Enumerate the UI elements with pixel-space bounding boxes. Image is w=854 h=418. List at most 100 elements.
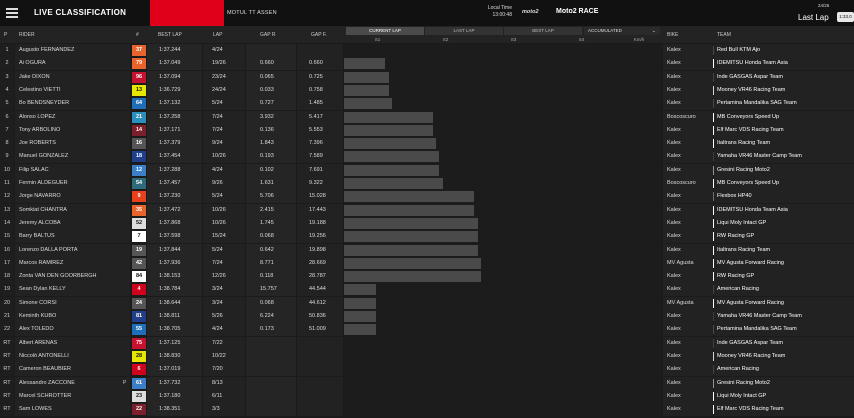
rider-name[interactable]: Joe ROBERTS (15, 137, 130, 151)
table-row[interactable]: 1 Augusto FERNANDEZ 37 1:37.244 4/24 Kalex Red… (0, 44, 854, 57)
best-lap-cell: 1:37.244 (147, 44, 202, 57)
table-row[interactable]: 2 Ai OGURA 79 1:37.049 19/26 0.660 0.660 Kalex I… (0, 57, 854, 71)
table-row[interactable]: 13 Somkiat CHANTRA 35 1:37.472 10/26 2.415 17.… (0, 203, 854, 217)
rider-number: 84 (132, 271, 146, 283)
rider-name[interactable]: Alonso LOPEZ (15, 110, 130, 124)
tab-best-lap[interactable]: BEST LAP (504, 27, 582, 35)
col-gap-r[interactable]: GAP R (260, 32, 275, 38)
table-row[interactable]: 9 Manuel GONZALEZ 18 1:37.454 10/26 0.193 7.58… (0, 150, 854, 164)
gap-bar (344, 98, 392, 110)
gap-f-cell: 51.009 (297, 323, 343, 337)
best-lap-cell: 1:38.153 (147, 270, 202, 284)
gap-bar (344, 84, 389, 96)
local-time-value: 13:00:48 (492, 12, 512, 18)
rider-name[interactable]: Manuel GONZALEZ (15, 150, 130, 164)
tab-current-lap[interactable]: CURRENT LAP (346, 27, 424, 35)
table-row[interactable]: 7 Tony ARBOLINO 14 1:37.171 7/24 0.136 5.553 Ka… (0, 123, 854, 137)
col-best-lap[interactable]: BEST LAP (158, 32, 182, 38)
gap-r-cell (246, 389, 296, 403)
table-row[interactable]: 21 Keminth KUBO 81 1:38.811 5/26 6.224 50.836 K… (0, 310, 854, 323)
team-cell: Gresini Racing Moto2 (714, 376, 854, 390)
event-name: MOTUL TT ASSEN (227, 10, 277, 16)
table-row[interactable]: RT Cameron BEAUBIER 6 1:37.019 7/20 Kalex Amer… (0, 363, 854, 377)
rider-name[interactable]: Simone CORSI (15, 296, 130, 310)
table-row[interactable]: 14 Jeremy ALCOBA 52 1:37.868 10/26 1.745 19.18… (0, 216, 854, 230)
rider-name[interactable]: Zonta VAN DEN GOORBERGH (15, 270, 130, 284)
table-row[interactable]: RT Sam LOWES 22 1:38.351 3/3 Kalex Elf Marc VD… (0, 403, 854, 417)
rider-name[interactable]: Ai OGURA (15, 57, 130, 71)
table-row[interactable]: 5 Bo BENDSNEYDER 64 1:37.132 5/24 0.727 1.485 K… (0, 97, 854, 111)
rider-name[interactable]: Sam LOWES (15, 403, 130, 417)
rider-name[interactable]: Jake DIXON (15, 70, 130, 84)
table-row[interactable]: 3 Jake DIXON 96 1:37.094 23/24 0.065 0.725 Kale… (0, 70, 854, 84)
rider-name[interactable]: Jorge NAVARRO (15, 190, 130, 204)
col-lap[interactable]: LAP (213, 32, 222, 38)
rider-name[interactable]: Alex TOLEDO (15, 323, 130, 337)
gap-r-cell (246, 336, 296, 350)
table-row[interactable]: RT Alessandro ZACCONE P 61 1:37.732 8/13 Kalex… (0, 376, 854, 390)
tab-last-lap[interactable]: LAST LAP (425, 27, 503, 35)
col-gap-f[interactable]: GAP F. (311, 32, 327, 38)
gap-bar-track (344, 150, 662, 164)
rider-name[interactable]: Barry BALTUS (15, 230, 130, 244)
table-row[interactable]: 16 Lorenzo DALLA PORTA 19 1:37.844 5/24 0.642… (0, 243, 854, 257)
rider-number: 13 (132, 84, 146, 96)
lap-cell: 3/3 (203, 403, 245, 417)
position-cell: 8 (0, 137, 14, 151)
rider-name[interactable]: Lorenzo DALLA PORTA (15, 243, 130, 257)
gap-bar (344, 178, 443, 189)
table-row[interactable]: 12 Jorge NAVARRO 9 1:37.230 5/24 5.706 15.028 K… (0, 190, 854, 204)
rider-name[interactable]: Marcel SCHROTTER (15, 389, 130, 403)
table-row[interactable]: 4 Celestino VIETTI 13 1:36.729 24/24 0.033 0.7… (0, 83, 854, 97)
rider-name[interactable]: Bo BENDSNEYDER (15, 97, 130, 111)
col-team[interactable]: TEAM (717, 32, 731, 38)
rider-name[interactable]: Filip SALAC (15, 163, 130, 177)
table-row[interactable]: 11 Fermin ALDEGUER 54 1:37.457 9/26 1.631 9.32… (0, 177, 854, 190)
rider-name[interactable]: Alessandro ZACCONE (15, 376, 130, 390)
rider-name[interactable]: Marcos RAMIREZ (15, 256, 130, 270)
rider-name[interactable]: Cameron BEAUBIER (15, 363, 130, 377)
table-row[interactable]: RT Niccolò ANTONELLI 28 1:38.830 10/22 Kalex M… (0, 349, 854, 363)
team-cell: Pertamina Mandalika SAG Team (714, 97, 854, 111)
rider-name[interactable]: Sean Dylan KELLY (15, 283, 130, 297)
table-row[interactable]: RT Albert ARENAS 75 1:37.125 7/22 Kalex Inde G… (0, 336, 854, 350)
bike-cell: Kalex (663, 230, 713, 244)
col-rider[interactable]: RIDER (19, 32, 35, 38)
gap-f-cell: 44.612 (297, 296, 343, 310)
bike-cell: Kalex (663, 150, 713, 164)
rider-name[interactable]: Celestino VIETTI (15, 83, 130, 97)
rider-name[interactable]: Tony ARBOLINO (15, 123, 130, 137)
best-lap-cell: 1:37.844 (147, 243, 202, 257)
rider-name[interactable]: Jeremy ALCOBA (15, 216, 130, 230)
gap-bar-track (344, 323, 662, 337)
rider-number: 61 (132, 377, 146, 389)
gap-bar (344, 191, 475, 203)
menu-icon[interactable] (6, 6, 18, 20)
team-cell: Italtrans Racing Team (714, 243, 854, 257)
rider-name[interactable]: Augusto FERNANDEZ (15, 44, 130, 57)
rider-name[interactable]: Keminth KUBO (15, 310, 130, 323)
table-row[interactable]: 20 Simone CORSI 24 1:38.644 3/24 0.068 44.612 M… (0, 296, 854, 310)
rider-name[interactable]: Somkiat CHANTRA (15, 203, 130, 217)
gap-r-cell (246, 349, 296, 363)
table-row[interactable]: 17 Marcos RAMIREZ 42 1:37.936 7/24 8.771 28.66… (0, 256, 854, 270)
rider-number: 16 (132, 138, 146, 150)
table-row[interactable]: 18 Zonta VAN DEN GOORBERGH 84 1:38.153 12/26… (0, 270, 854, 284)
table-row[interactable]: 15 Barry BALTUS 7 1:37.598 15/24 0.068 19.256 K… (0, 230, 854, 244)
lap-cell: 23/24 (203, 70, 245, 84)
rider-name[interactable]: Albert ARENAS (15, 336, 130, 350)
table-row[interactable]: 8 Joe ROBERTS 16 1:37.379 9/24 1.843 7.396 Kale… (0, 137, 854, 151)
gap-bar (344, 297, 376, 309)
rider-name[interactable]: Niccolò ANTONELLI (15, 349, 130, 363)
position-cell: 14 (0, 216, 14, 230)
accumulated-dropdown[interactable]: ACCUMULATED ⌄ (584, 27, 660, 35)
col-bike[interactable]: BIKE (667, 32, 678, 38)
lap-cell: 10/26 (203, 203, 245, 217)
rider-name[interactable]: Fermin ALDEGUER (15, 177, 130, 190)
table-row[interactable]: 6 Alonso LOPEZ 21 1:37.258 7/24 3.932 5.417 Bos… (0, 110, 854, 124)
table-row[interactable]: RT Marcel SCHROTTER 23 1:37.180 6/11 Kalex Liq… (0, 389, 854, 403)
table-row[interactable]: 22 Alex TOLEDO 55 1:38.705 4/24 0.173 51.009 Ka… (0, 323, 854, 337)
table-row[interactable]: 10 Filip SALAC 12 1:37.288 4/24 0.102 7.691 Kal… (0, 163, 854, 177)
table-row[interactable]: 19 Sean Dylan KELLY 4 1:38.784 3/24 15.757 44.… (0, 283, 854, 297)
gap-f-cell: 19.256 (297, 230, 343, 244)
